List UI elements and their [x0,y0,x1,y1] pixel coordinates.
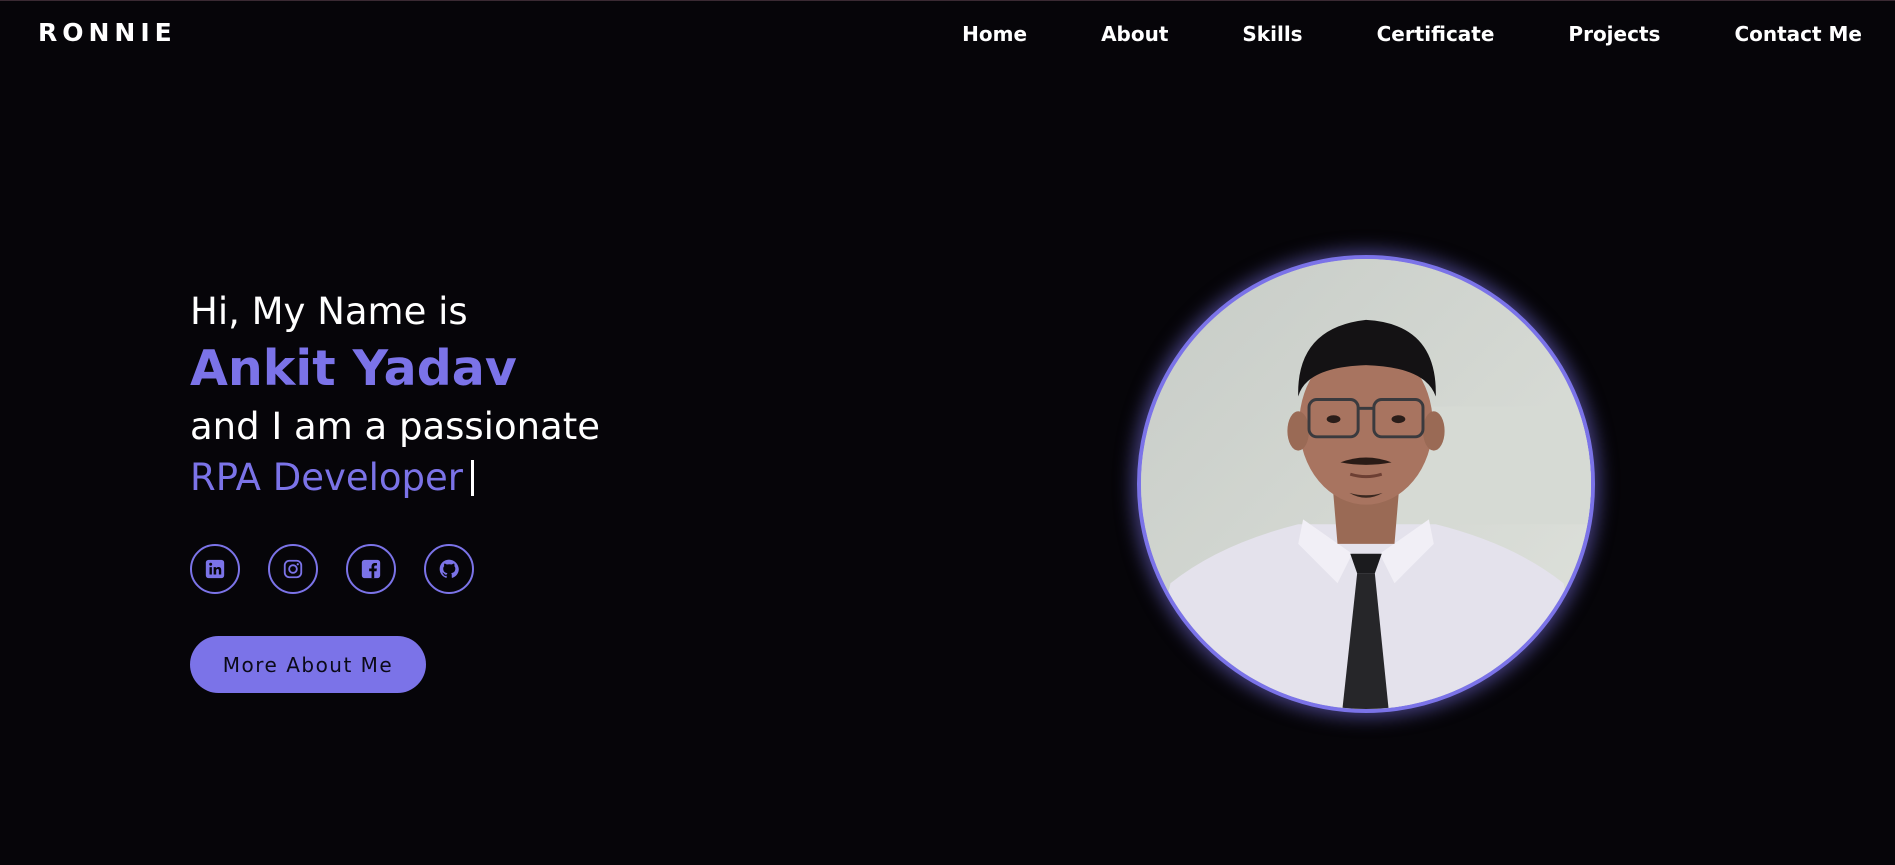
nav-link-projects[interactable]: Projects [1568,21,1660,47]
typing-cursor [471,460,475,496]
profile-photo [1137,255,1595,713]
nav-link-contact[interactable]: Contact Me [1734,21,1862,47]
nav-link-certificate[interactable]: Certificate [1377,21,1495,47]
page: RONNIE Home About Skills Certificate Pro… [0,0,1895,865]
profile-photo-illustration [1141,259,1591,709]
hero-role: RPA Developer [190,456,464,499]
instagram-icon [283,559,303,579]
github-link[interactable] [424,544,474,594]
social-links [190,544,502,594]
nav-link-skills[interactable]: Skills [1242,21,1302,47]
hero-role-line: RPA Developer [190,453,600,503]
hero-intro-line: and I am a passionate [190,405,600,448]
hero-name: Ankit Yadav [190,340,517,397]
linkedin-icon [205,559,225,579]
hero-greeting: Hi, My Name is [190,290,468,333]
nav-links: Home About Skills Certificate Projects C… [962,21,1862,47]
nav-link-home[interactable]: Home [962,21,1027,47]
github-icon [439,559,459,578]
navbar: RONNIE Home About Skills Certificate Pro… [0,1,1895,65]
facebook-link[interactable] [346,544,396,594]
more-about-me-button[interactable]: More About Me [190,636,426,693]
site-logo[interactable]: RONNIE [38,17,177,49]
facebook-icon [361,559,381,579]
hero-intro: Hi, My Name is Ankit Yadav and I am a pa… [190,287,600,503]
nav-link-about[interactable]: About [1101,21,1168,47]
instagram-link[interactable] [268,544,318,594]
linkedin-link[interactable] [190,544,240,594]
